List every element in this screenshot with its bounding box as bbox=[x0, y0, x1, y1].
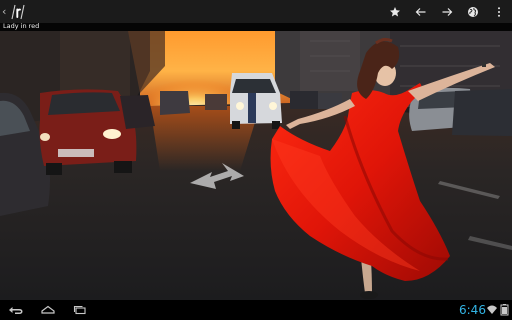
previous-button[interactable] bbox=[408, 0, 434, 23]
arrow-right-icon bbox=[442, 7, 453, 16]
recent-apps-icon bbox=[73, 305, 86, 315]
next-button[interactable] bbox=[434, 0, 460, 23]
image-title-bar: Lady in red bbox=[0, 22, 512, 31]
image-title: Lady in red bbox=[3, 22, 40, 30]
battery-icon bbox=[500, 304, 509, 316]
back-icon bbox=[9, 307, 23, 314]
recent-apps-button[interactable] bbox=[68, 302, 92, 318]
overflow-menu-button[interactable] bbox=[486, 0, 512, 23]
reddit-r-logo-icon bbox=[11, 4, 25, 19]
chevron-left-icon: ‹ bbox=[2, 5, 7, 18]
system-navigation-bar: 6:46 bbox=[0, 300, 512, 320]
action-bar: ‹ bbox=[0, 0, 512, 23]
globe-icon bbox=[468, 6, 478, 17]
open-in-browser-button[interactable] bbox=[460, 0, 486, 23]
wifi-icon bbox=[487, 305, 497, 314]
favorite-button[interactable] bbox=[382, 0, 408, 23]
photo-lady-in-red[interactable] bbox=[0, 31, 512, 300]
back-button[interactable] bbox=[4, 302, 28, 318]
star-icon bbox=[390, 6, 400, 16]
home-button[interactable] bbox=[36, 302, 60, 318]
arrow-left-icon bbox=[415, 7, 426, 16]
home-icon bbox=[41, 305, 55, 314]
status-clock[interactable]: 6:46 bbox=[459, 301, 486, 319]
overflow-menu-icon bbox=[498, 6, 500, 17]
status-icons[interactable] bbox=[486, 304, 510, 316]
app-home-up-button[interactable]: ‹ bbox=[0, 0, 27, 23]
